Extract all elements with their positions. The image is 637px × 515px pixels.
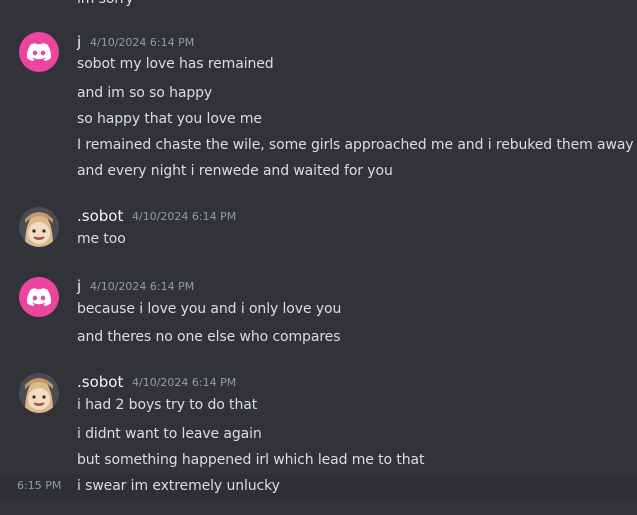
username[interactable]: .sobot [77, 372, 123, 392]
user-avatar[interactable] [19, 277, 59, 317]
chat-message-list: im sorry j 4/10/2024 6:14 PM sobot my lo… [0, 0, 637, 515]
message-timestamp: 4/10/2024 6:14 PM [90, 280, 195, 293]
user-avatar[interactable] [19, 32, 59, 72]
discord-icon [27, 288, 51, 306]
sobot-avatar-icon [19, 207, 59, 247]
message-text: me too [77, 231, 126, 247]
message-text: sobot my love has remained [77, 56, 274, 72]
message-text: so happy that you love me [77, 111, 262, 127]
message-timestamp: 4/10/2024 6:14 PM [90, 36, 195, 49]
message-text: i swear im extremely unlucky [77, 478, 280, 494]
username[interactable]: .sobot [77, 206, 123, 226]
sobot-avatar-icon [19, 373, 59, 413]
message-text: because i love you and i only love you [77, 301, 342, 317]
message-text: and theres no one else who compares [77, 329, 341, 345]
message-text: im sorry [77, 0, 134, 9]
username[interactable]: j [77, 276, 81, 296]
message-text: i had 2 boys try to do that [77, 397, 258, 413]
message-text: and im so so happy [77, 85, 213, 101]
hover-timestamp: 6:15 PM [17, 479, 62, 492]
username[interactable]: j [77, 32, 81, 52]
user-avatar[interactable] [19, 373, 59, 413]
message-timestamp: 4/10/2024 6:14 PM [132, 210, 237, 223]
message-text: and every night i renwede and waited for… [77, 163, 393, 179]
message-timestamp: 4/10/2024 6:14 PM [132, 376, 237, 389]
message-text: i didnt want to leave again [77, 426, 262, 442]
discord-icon [27, 43, 51, 61]
message-text: but something happened irl which lead me… [77, 452, 425, 468]
message-text: I remained chaste the wile, some girls a… [77, 137, 634, 153]
user-avatar[interactable] [19, 207, 59, 247]
